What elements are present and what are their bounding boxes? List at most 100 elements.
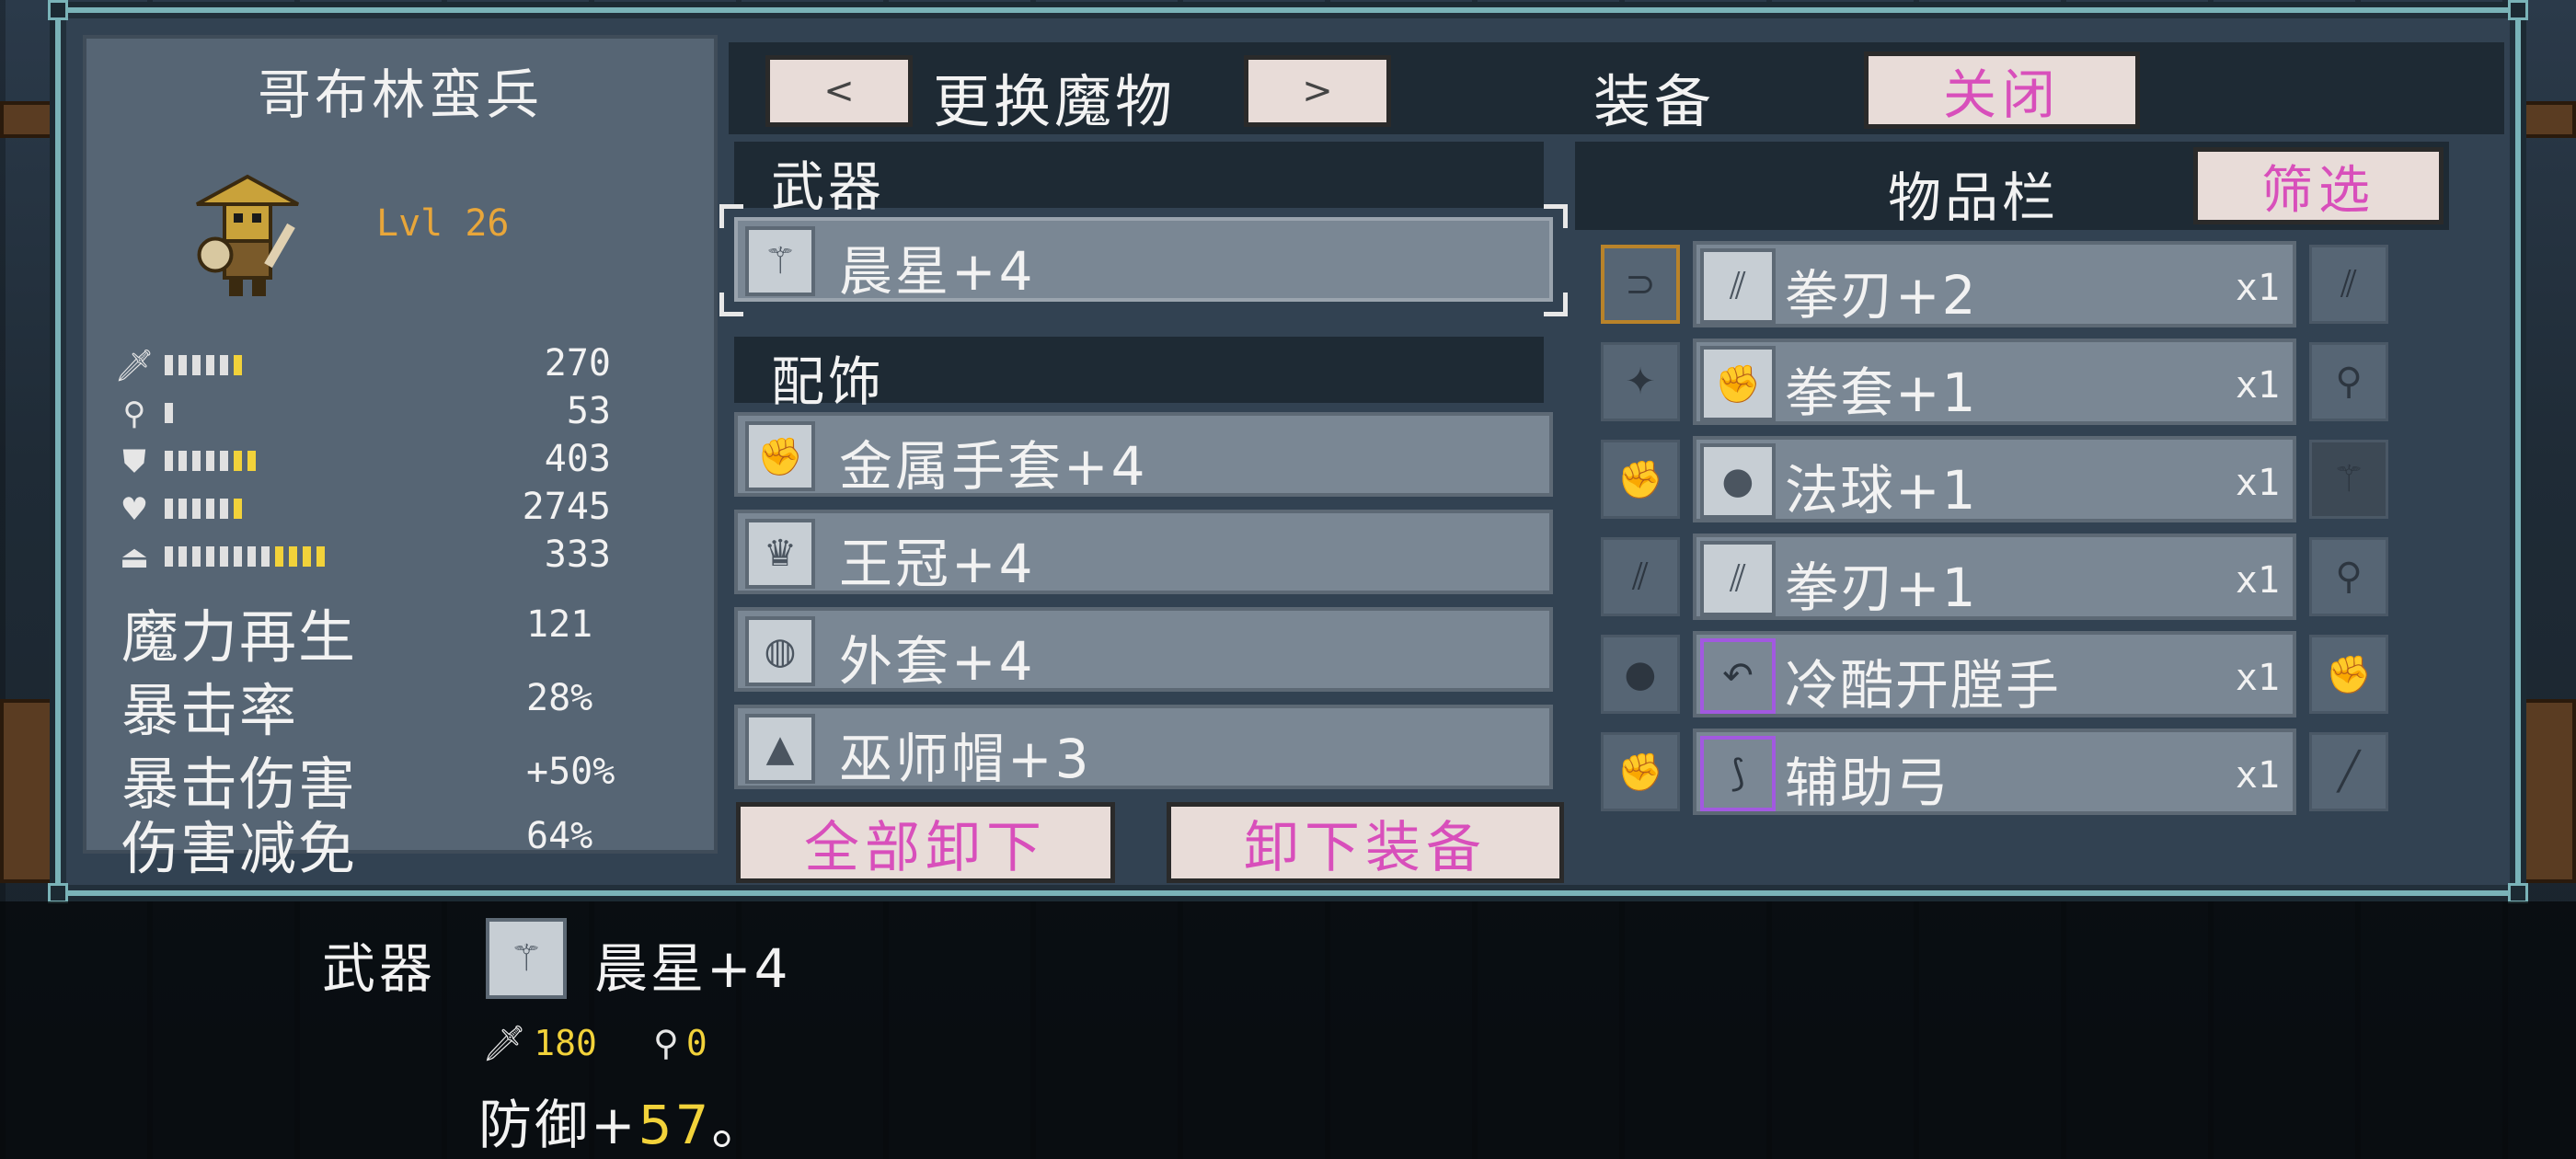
window-corner — [48, 883, 68, 903]
inventory-item[interactable]: ✊ 拳套+1 x1 — [1693, 339, 2296, 425]
stat-pip — [206, 451, 214, 471]
stat-pip — [220, 546, 228, 567]
unequip-button[interactable]: 卸下装备 — [1167, 802, 1564, 883]
inventory-title: 物品栏 — [1888, 166, 2060, 229]
stat-pip — [165, 451, 173, 471]
sword-icon: 🗡 — [114, 348, 155, 384]
blade-icon: ⫽ — [1700, 248, 1776, 324]
filter-button[interactable]: 筛选 — [2193, 147, 2444, 224]
inventory-item-name: 拳刃+2 — [1785, 264, 1978, 327]
mana-regen-stat: 魔力再生 121 — [121, 591, 692, 671]
tooltip-attack-stat: 🗡 180 — [482, 1023, 597, 1064]
accessory-name: 王冠+4 — [839, 533, 1036, 595]
stat-pip — [178, 355, 187, 375]
mace-icon[interactable]: ⚲ — [2309, 537, 2388, 616]
fist-icon[interactable]: ✊ — [1601, 440, 1680, 519]
stat-label: 伤害减免 — [121, 815, 358, 882]
weapon-slot[interactable]: ⚚ 晨星+4 — [734, 217, 1553, 303]
ripper-icon: ↶ — [1700, 638, 1776, 714]
shuriken-icon[interactable]: ✦ — [1601, 342, 1680, 421]
magic-value: 0 — [685, 1023, 707, 1063]
tooltip-description: 防御+57。 — [478, 1082, 767, 1159]
window-corner — [48, 0, 68, 20]
tooltip-item-name: 晨星+4 — [594, 937, 791, 1000]
stat-pip — [192, 499, 201, 519]
header-bar: < 更换魔物 > 装备 关闭 — [729, 42, 2504, 135]
orb-icon[interactable]: ● — [1601, 635, 1680, 714]
stat-value: 28% — [526, 677, 593, 719]
stat-pip — [165, 499, 173, 519]
mana-icon: ⏏ — [119, 539, 150, 576]
stat-pip — [178, 451, 187, 471]
stat-pip — [165, 355, 173, 375]
inventory-item[interactable]: ↶ 冷酷开膛手 x1 — [1693, 631, 2296, 717]
window-corner — [2508, 883, 2528, 903]
wizard-hat-icon: ▲ — [745, 714, 815, 784]
desc-prefix: 防御+ — [478, 1094, 638, 1156]
stat-pips — [165, 403, 173, 423]
selection-bracket — [719, 204, 743, 228]
morning-star-icon[interactable]: ⚚ — [2309, 440, 2388, 519]
sword-icon: 🗡 — [482, 1023, 527, 1063]
stat-pips — [165, 546, 325, 567]
background-beam — [0, 101, 55, 138]
accessory-slot[interactable]: ◍ 外套+4 — [734, 607, 1553, 693]
unequip-all-button[interactable]: 全部卸下 — [736, 802, 1115, 883]
crit-rate-stat: 暴击率 28% — [121, 664, 692, 744]
accessory-name: 金属手套+4 — [839, 435, 1148, 498]
background-beam — [2521, 699, 2576, 883]
bow-icon[interactable]: ⊃ — [1601, 245, 1680, 324]
accessory-slot[interactable]: ✊ 金属手套+4 — [734, 412, 1553, 498]
inventory-row: ✊ ⟆ 辅助弓 x1 ╱ — [1597, 729, 2398, 815]
inventory-item-name: 辅助弓 — [1785, 752, 1951, 814]
stat-pip-bonus — [275, 546, 283, 567]
claw-icon[interactable]: ⫽ — [1601, 537, 1680, 616]
stat-pip — [192, 451, 201, 471]
selection-bracket — [1544, 204, 1568, 228]
stat-row: ⛊ 403 — [114, 438, 684, 484]
inventory-header: 物品栏 筛选 — [1575, 142, 2449, 230]
inventory-item-name: 法球+1 — [1785, 459, 1978, 522]
inventory-item-qty: x1 — [2235, 657, 2280, 699]
stat-pip — [220, 451, 228, 471]
rod-icon[interactable]: ⚲ — [2309, 342, 2388, 421]
inventory-item[interactable]: ● 法球+1 x1 — [1693, 436, 2296, 522]
next-monster-button[interactable]: > — [1244, 55, 1391, 127]
inventory-item[interactable]: ⫽ 拳刃+2 x1 — [1693, 241, 2296, 327]
stat-value: 121 — [526, 603, 593, 646]
stat-pip-bonus — [234, 499, 242, 519]
stat-pips — [165, 355, 242, 375]
fist-icon[interactable]: ✊ — [1601, 732, 1680, 811]
stat-pip — [261, 546, 270, 567]
prev-monster-button[interactable]: < — [765, 55, 913, 127]
staff-icon[interactable]: ╱ — [2309, 732, 2388, 811]
knuckle-icon: ✊ — [1700, 346, 1776, 421]
morning-star-icon: ⚚ — [745, 226, 815, 296]
stat-pip-bonus — [303, 546, 311, 567]
stat-pip — [192, 546, 201, 567]
stat-row: ⏏ 333 — [114, 534, 684, 580]
stat-value: 2745 — [522, 486, 611, 528]
inventory-item[interactable]: ⟆ 辅助弓 x1 — [1693, 729, 2296, 815]
sphere-icon: ● — [1700, 443, 1776, 519]
accessory-name: 外套+4 — [839, 630, 1036, 693]
inventory-item-name: 冷酷开膛手 — [1785, 654, 2062, 717]
stat-pip — [192, 355, 201, 375]
blade-icon: ⫽ — [1700, 541, 1776, 616]
fist-icon[interactable]: ✊ — [2309, 635, 2388, 714]
inventory-item[interactable]: ⫽ 拳刃+1 x1 — [1693, 534, 2296, 620]
accessory-slot[interactable]: ▲ 巫师帽+3 — [734, 705, 1553, 790]
stat-label: 暴击率 — [121, 677, 299, 744]
accessory-slot[interactable]: ♛ 王冠+4 — [734, 510, 1553, 595]
claw-icon[interactable]: ⫽ — [2309, 245, 2388, 324]
stat-pips — [165, 499, 242, 519]
stat-pip — [247, 546, 256, 567]
change-monster-title: 更换魔物 — [933, 68, 1177, 135]
inventory-row: ● ↶ 冷酷开膛手 x1 ✊ — [1597, 631, 2398, 717]
equipment-window: 哥布林蛮兵 Lvl 26 🗡 270 ⚲ 53 ⛊ 403 ♥ 2745 ⏏ 333 魔力再生 1… — [48, 0, 2528, 903]
stat-pip — [234, 546, 242, 567]
wand-icon: ⚲ — [653, 1023, 679, 1063]
stat-row: ⚲ 53 — [114, 390, 684, 436]
close-button[interactable]: 关闭 — [1864, 52, 2140, 129]
monster-stats-panel: 哥布林蛮兵 Lvl 26 🗡 270 ⚲ 53 ⛊ 403 ♥ 2745 ⏏ 333 魔力再生 1… — [83, 35, 718, 882]
